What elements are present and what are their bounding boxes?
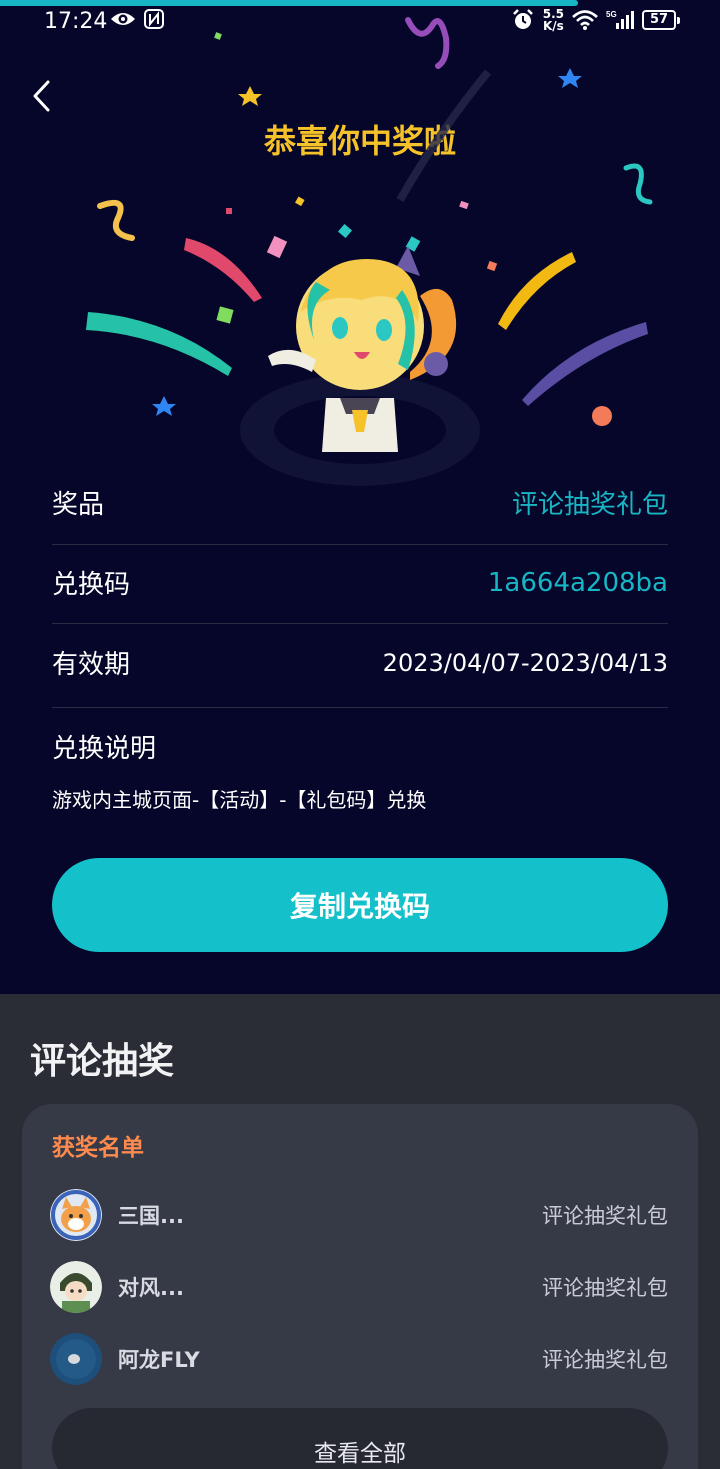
validity-row: 有效期 2023/04/07-2023/04/13 [52,644,668,681]
winner-name: 对风... [118,1276,184,1300]
winner-row[interactable]: 对风... 评论抽奖礼包 [50,1260,668,1314]
instructions-row: 兑换说明 [52,728,668,765]
winners-card-title: 获奖名单 [52,1135,144,1161]
winner-row[interactable]: 阿龙FLY 评论抽奖礼包 [50,1332,668,1386]
winner-name: 阿龙FLY [118,1348,200,1372]
prize-row: 奖品 评论抽奖礼包 [52,484,668,521]
lottery-section-title: 评论抽奖 [30,1041,175,1082]
avatar [50,1261,102,1313]
prize-label: 奖品 [52,490,105,520]
code-row: 兑换码 1a664a208ba [52,564,668,601]
validity-label: 有效期 [52,650,131,680]
redeem-code-value[interactable]: 1a664a208ba [488,568,668,598]
winner-prize: 评论抽奖礼包 [542,1204,668,1228]
instructions-text: 游戏内主城页面-【活动】-【礼包码】兑换 [52,788,427,812]
winner-prize: 评论抽奖礼包 [542,1276,668,1300]
validity-value: 2023/04/07-2023/04/13 [382,648,668,677]
divider [52,707,668,708]
winner-prize: 评论抽奖礼包 [542,1348,668,1372]
prize-panel: 17:24 5.5 K/s 5G 57 恭喜你中奖啦 奖品 评论抽奖礼包 兑换码… [0,0,720,994]
prize-value: 评论抽奖礼包 [511,490,668,520]
copy-code-button[interactable]: 复制兑换码 [52,858,668,952]
avatar [50,1333,102,1385]
divider [52,623,668,624]
winner-name: 三国... [118,1204,184,1228]
code-label: 兑换码 [52,570,131,600]
view-all-button[interactable]: 查看全部 [52,1408,668,1469]
winner-row[interactable]: 三国... 评论抽奖礼包 [50,1188,668,1242]
divider [52,544,668,545]
instructions-label: 兑换说明 [52,734,157,764]
winners-card: 获奖名单 三国... 评论抽奖礼包 对风... 评论抽奖礼包 阿龙FLY 评论抽… [22,1104,698,1469]
avatar [50,1189,102,1241]
